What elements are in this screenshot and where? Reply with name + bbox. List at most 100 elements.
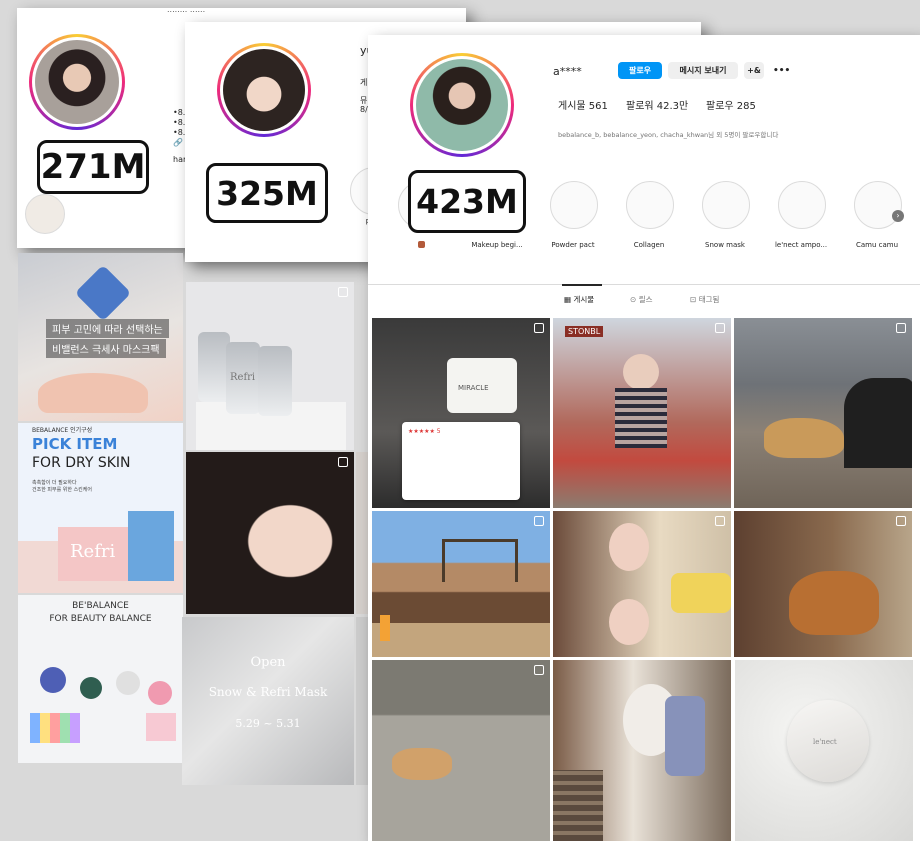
followed-by-text[interactable]: bebalance_b, bebalance_yeon, chacha_khwa… [558,129,778,139]
post-bebalance-tile[interactable]: BE'BALANCE FOR BEAUTY BALANCE [18,595,183,763]
swatch-circle [148,681,172,705]
blue-box [128,511,174,581]
review-stars: ★★★★★ 5 [408,428,441,435]
carousel-icon [715,323,725,333]
mask-text-2: 비밸런스 극세사 마스크팩 [46,339,166,358]
carousel-icon [338,287,348,297]
followers-count[interactable]: 팔로워 42.3만 [626,97,688,112]
post-compact-tile[interactable]: le'nect [735,660,913,841]
stat-line: •8. [173,128,186,137]
face-shape [623,354,659,390]
post-portrait-tile[interactable] [186,452,354,614]
highlight-label: Makeup begi... [471,241,523,249]
pick-sub-2: 건조한 피부를 위한 스킨케어 [32,487,92,493]
post-landscape-tile[interactable] [372,511,550,657]
carousel-icon [896,516,906,526]
compact-brand: le'nect [813,738,837,746]
highlight-label: le'nect ampo... [774,241,828,249]
highlight-circle[interactable] [550,181,598,229]
pick-sub-1: 촉촉함이 더 필요하다 [32,480,77,486]
pick-brand: Refri [70,541,116,562]
mask-text-1: 피부 고민에 따라 선택하는 [46,319,169,338]
following-count[interactable]: 팔로우 285 [706,97,756,112]
person-shape [844,378,912,468]
face-shape [609,599,649,645]
bb-title-1: BE'BALANCE [72,601,129,611]
stat-line: •8. [173,108,186,117]
highlight-label: Snow mask [705,241,745,249]
follow-button[interactable]: 팔로우 [618,62,662,79]
highlight-label: Powder pact [551,241,595,249]
tab-reels[interactable]: ⊙ 릴스 [630,294,653,305]
tab-tagged[interactable]: ⊡ 태그됨 [690,294,719,305]
post-vials-tile[interactable]: Refri [186,282,354,450]
window-header-text: ........ ...... [167,5,206,14]
post-jar-review-tile[interactable]: MIRACLE ★★★★★ 5 [372,318,550,508]
post-cocker-spaniel-tile[interactable] [734,511,912,657]
more-options-icon[interactable]: ••• [773,66,790,76]
highlight-label: Camu camu [855,241,899,249]
highlight-circle[interactable] [25,194,65,234]
highlight-thumb-icon [418,241,425,248]
avatar[interactable] [410,53,514,157]
striped-top [615,388,667,448]
grid-icon: ▦ [564,295,572,304]
store-sign: STONBL [565,326,604,337]
dog-shape [392,748,452,780]
pick-title-2: FOR DRY SKIN [32,455,131,471]
face-shape [609,523,649,571]
carousel-icon [715,516,725,526]
tab-label: 릴스 [638,295,653,304]
view-count-badge: 271M [37,140,149,194]
vial [258,346,292,416]
tab-posts[interactable]: ▦ 게시물 [564,294,594,305]
tab-label: 게시물 [573,295,595,304]
vial-label: Refri [230,372,256,383]
pick-top-text: BEBALANCE 인기구성 [32,427,93,434]
mask-sheet [74,264,132,322]
stat-line: •8. [173,118,186,127]
link-icon[interactable]: 🔗 [173,138,183,147]
carousel-icon [534,516,544,526]
view-count-badge: 423M [408,170,526,233]
highlight-label: Collagen [633,241,665,249]
hand-shape [38,373,148,413]
post-pick-item-tile[interactable]: BEBALANCE 인기구성 PICK ITEM FOR DRY SKIN 촉촉… [18,423,183,593]
highlight-circle[interactable] [702,181,750,229]
phone-shape [665,696,705,776]
book-stack [553,770,603,841]
dog-shape [789,571,879,635]
info-line: 게 [360,78,368,87]
post-mask-tile[interactable]: 피부 고민에 따라 선택하는 비밸런스 극세사 마스크팩 [18,253,183,421]
message-button[interactable]: 메시지 보내기 [668,62,738,79]
jar-label: MIRACLE [458,384,489,392]
posts-count[interactable]: 게시물 561 [558,97,608,112]
open-text-3: 5.29 ~ 5.31 [235,717,301,730]
highlight-circle[interactable] [854,181,902,229]
avatar[interactable] [29,34,125,130]
dog-shape [764,418,844,458]
post-street-dog-tile[interactable] [372,660,550,841]
swatch-circle [40,667,66,693]
next-highlight-button[interactable]: › [892,210,904,222]
carousel-icon [896,323,906,333]
product-row [30,713,80,743]
post-selfie-tile[interactable] [553,511,731,657]
product-box [146,713,176,741]
view-count-badge: 325M [206,163,328,223]
tab-label: 태그됨 [698,295,720,304]
post-street-tile[interactable]: STONBL [553,318,731,508]
pick-title-1: PICK ITEM [32,435,118,453]
avatar[interactable] [217,43,311,137]
divider [368,284,920,285]
highlight-circle[interactable] [778,181,826,229]
post-dog-tile[interactable] [734,318,912,508]
post-face-mask-tile[interactable] [553,660,731,841]
highlight-circle[interactable] [626,181,674,229]
carousel-icon [534,665,544,675]
juice-glass [380,615,390,641]
carousel-icon [338,457,348,467]
bb-title-2: FOR BEAUTY BALANCE [49,614,152,624]
add-user-button[interactable]: +& [744,62,764,79]
post-open-event-tile[interactable]: Open Snow & Refri Mask 5.29 ~ 5.31 [182,617,354,785]
